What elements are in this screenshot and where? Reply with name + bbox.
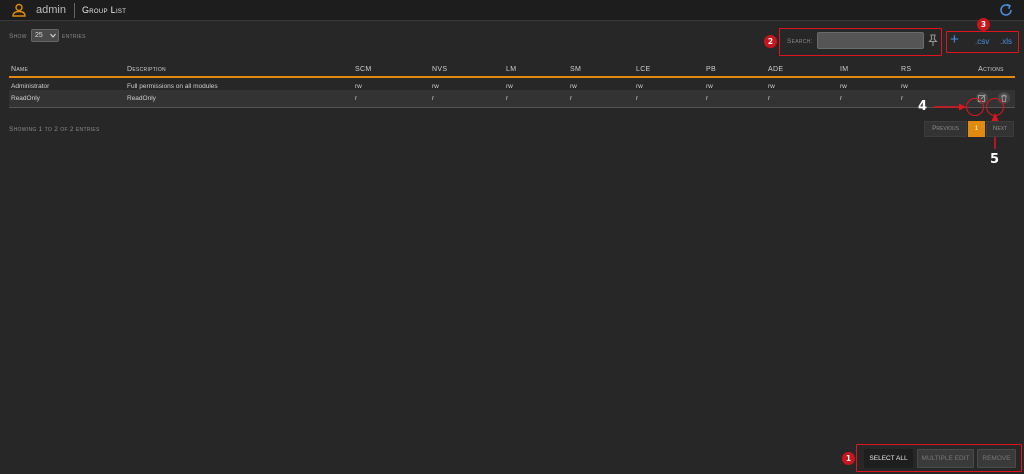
remove-button[interactable]: REMOVE [977, 449, 1016, 468]
annotation-label-4: 4 [918, 99, 928, 114]
column-header-ade[interactable]: ADE [766, 62, 838, 78]
pagination-previous[interactable]: Previous [924, 121, 967, 137]
cell-scm: rw [355, 83, 362, 90]
show-label: Show [9, 33, 27, 40]
entries-per-page-select[interactable]: 25 [31, 29, 59, 42]
entries-label: entries [62, 33, 86, 40]
cell-rs: rw [901, 83, 908, 90]
select-all-button[interactable]: SELECT ALL [864, 449, 913, 468]
cell-description: ReadOnly [125, 90, 353, 108]
pagination-next[interactable]: Next [986, 121, 1014, 137]
cell-nvs: rw [432, 83, 439, 90]
column-header-scm[interactable]: SCM [353, 62, 430, 78]
pagination-page-1[interactable]: 1 [968, 121, 985, 137]
user-name[interactable]: admin [36, 4, 66, 16]
cell-lm: rw [506, 83, 513, 90]
table-info: Showing 1 to 2 of 2 entries [9, 126, 100, 133]
top-bar: admin Group List [0, 0, 1024, 21]
annotation-badge-3: 3 [977, 18, 990, 31]
column-header-lce[interactable]: LCE [634, 62, 704, 78]
annotation-circle-edit [966, 98, 984, 116]
group-table: Name Description SCM NVS LM SM LCE PB AD… [9, 62, 1015, 108]
title-divider [74, 3, 75, 18]
cell-nvs: r [430, 90, 504, 108]
cell-pb: r [704, 90, 766, 108]
cell-lce: rw [636, 83, 643, 90]
multiple-edit-button[interactable]: MULTIPLE EDIT [917, 449, 974, 468]
column-header-im[interactable]: IM [838, 62, 899, 78]
refresh-icon[interactable] [998, 2, 1014, 18]
export-csv-button[interactable]: .csv [975, 37, 989, 46]
search-input[interactable] [817, 32, 924, 49]
cell-im: r [838, 90, 899, 108]
cell-im: rw [840, 83, 847, 90]
cell-description: Full permissions on all modules [127, 83, 218, 90]
cell-ade: rw [768, 83, 775, 90]
cell-scm: r [353, 90, 430, 108]
chevron-down-icon [50, 33, 56, 38]
add-group-button[interactable]: + [950, 32, 959, 47]
annotation-badge-1: 1 [842, 452, 855, 465]
annotation-label-5: 5 [990, 152, 1000, 167]
search-label: Search: [787, 38, 813, 45]
cell-actions [967, 77, 1015, 90]
pin-icon[interactable] [927, 34, 939, 47]
column-header-name[interactable]: Name [9, 62, 125, 78]
table-row[interactable]: ReadOnly ReadOnly r r r r r r r r r [9, 90, 1015, 108]
cell-sm: r [568, 90, 634, 108]
export-xls-button[interactable]: .xls [1000, 37, 1012, 46]
annotation-badge-2: 2 [764, 35, 777, 48]
cell-ade: r [766, 90, 838, 108]
column-header-lm[interactable]: LM [504, 62, 568, 78]
entries-select-value: 25 [35, 32, 43, 39]
column-header-actions: Actions [967, 62, 1015, 78]
cell-lce: r [634, 90, 704, 108]
column-header-pb[interactable]: PB [704, 62, 766, 78]
column-header-rs[interactable]: RS [899, 62, 967, 78]
page-title: Group List [82, 5, 127, 15]
cell-sm: rw [570, 83, 577, 90]
table-header-row: Name Description SCM NVS LM SM LCE PB AD… [9, 62, 1015, 78]
column-header-sm[interactable]: SM [568, 62, 634, 78]
arrow-right-icon [934, 103, 966, 111]
cell-name: ReadOnly [9, 90, 125, 108]
cell-name: Administrator [11, 83, 50, 90]
column-header-description[interactable]: Description [125, 62, 353, 78]
table-row[interactable]: Administrator Full permissions on all mo… [9, 77, 1015, 90]
column-header-nvs[interactable]: NVS [430, 62, 504, 78]
user-icon[interactable] [12, 3, 26, 17]
cell-lm: r [504, 90, 568, 108]
cell-pb: rw [706, 83, 713, 90]
